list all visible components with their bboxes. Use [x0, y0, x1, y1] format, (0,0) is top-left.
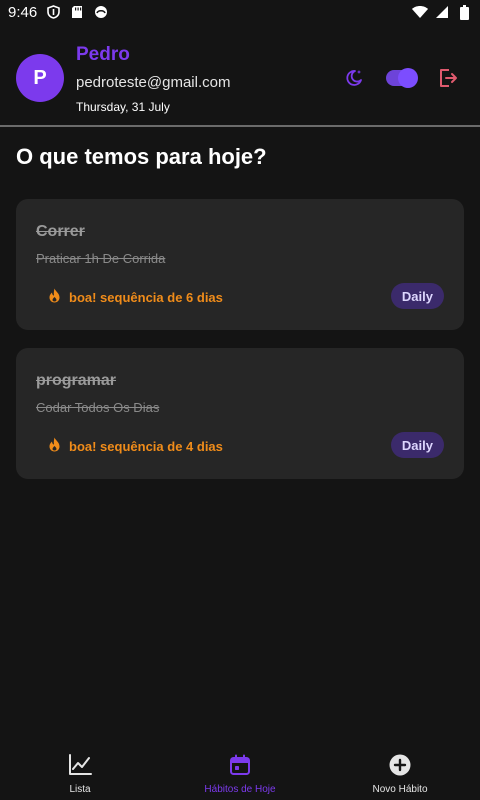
page-title: O que temos para hoje?	[16, 144, 267, 169]
habit-streak-text: boa! sequência de 4 dias	[69, 438, 223, 454]
habit-card[interactable]: Correr Praticar 1h De Corrida boa! sequê…	[16, 199, 464, 330]
header-actions	[342, 64, 460, 92]
status-time: 9:46	[8, 3, 38, 21]
sd-card-icon	[69, 4, 85, 20]
status-left: 9:46	[8, 4, 109, 21]
calendar-icon	[229, 754, 251, 781]
status-bar: 9:46	[0, 0, 480, 24]
user-name: Pedro	[76, 44, 130, 65]
nav-item-habitos-de-hoje[interactable]: Hábitos de Hoje	[160, 744, 320, 800]
habit-description: Codar Todos Os Dias	[36, 400, 160, 415]
chart-line-icon	[68, 753, 92, 781]
habit-title: Correr	[36, 223, 85, 240]
current-date: Thursday, 31 July	[76, 100, 170, 114]
sync-icon	[93, 4, 109, 20]
user-email: pedroteste@gmail.com	[76, 74, 231, 91]
habit-streak: boa! sequência de 4 dias	[48, 437, 223, 455]
nav-label: Lista	[69, 783, 91, 795]
frequency-badge: Daily	[390, 283, 444, 309]
nav-item-lista[interactable]: Lista	[0, 744, 160, 800]
habit-title: programar	[36, 372, 117, 389]
signal-icon	[434, 4, 450, 20]
logout-icon[interactable]	[436, 66, 460, 90]
habit-streak: boa! sequência de 6 dias	[48, 288, 223, 306]
nav-label: Hábitos de Hoje	[204, 783, 276, 795]
theme-toggle[interactable]	[386, 68, 418, 88]
shield-icon	[45, 4, 61, 20]
profile-header: P Pedro pedroteste@gmail.com Thursday, 3…	[0, 24, 480, 127]
dark-mode-icon[interactable]	[342, 66, 366, 90]
nav-item-novo-habito[interactable]: Novo Hábito	[320, 744, 480, 800]
bottom-nav: Lista Hábitos de Hoje Novo Hábito	[0, 744, 480, 800]
plus-circle-icon	[389, 754, 411, 781]
wifi-icon	[412, 4, 428, 20]
frequency-badge: Daily	[390, 432, 444, 458]
battery-icon	[456, 4, 472, 20]
fire-icon	[48, 437, 61, 455]
status-right	[412, 4, 472, 20]
habit-streak-text: boa! sequência de 6 dias	[69, 289, 223, 305]
avatar-initial: P	[33, 66, 47, 89]
habit-card[interactable]: programar Codar Todos Os Dias boa! sequê…	[16, 348, 464, 479]
habit-description: Praticar 1h De Corrida	[36, 251, 166, 266]
avatar[interactable]: P	[16, 54, 64, 102]
nav-label: Novo Hábito	[372, 783, 428, 795]
toggle-knob	[398, 68, 418, 88]
fire-icon	[48, 288, 61, 306]
